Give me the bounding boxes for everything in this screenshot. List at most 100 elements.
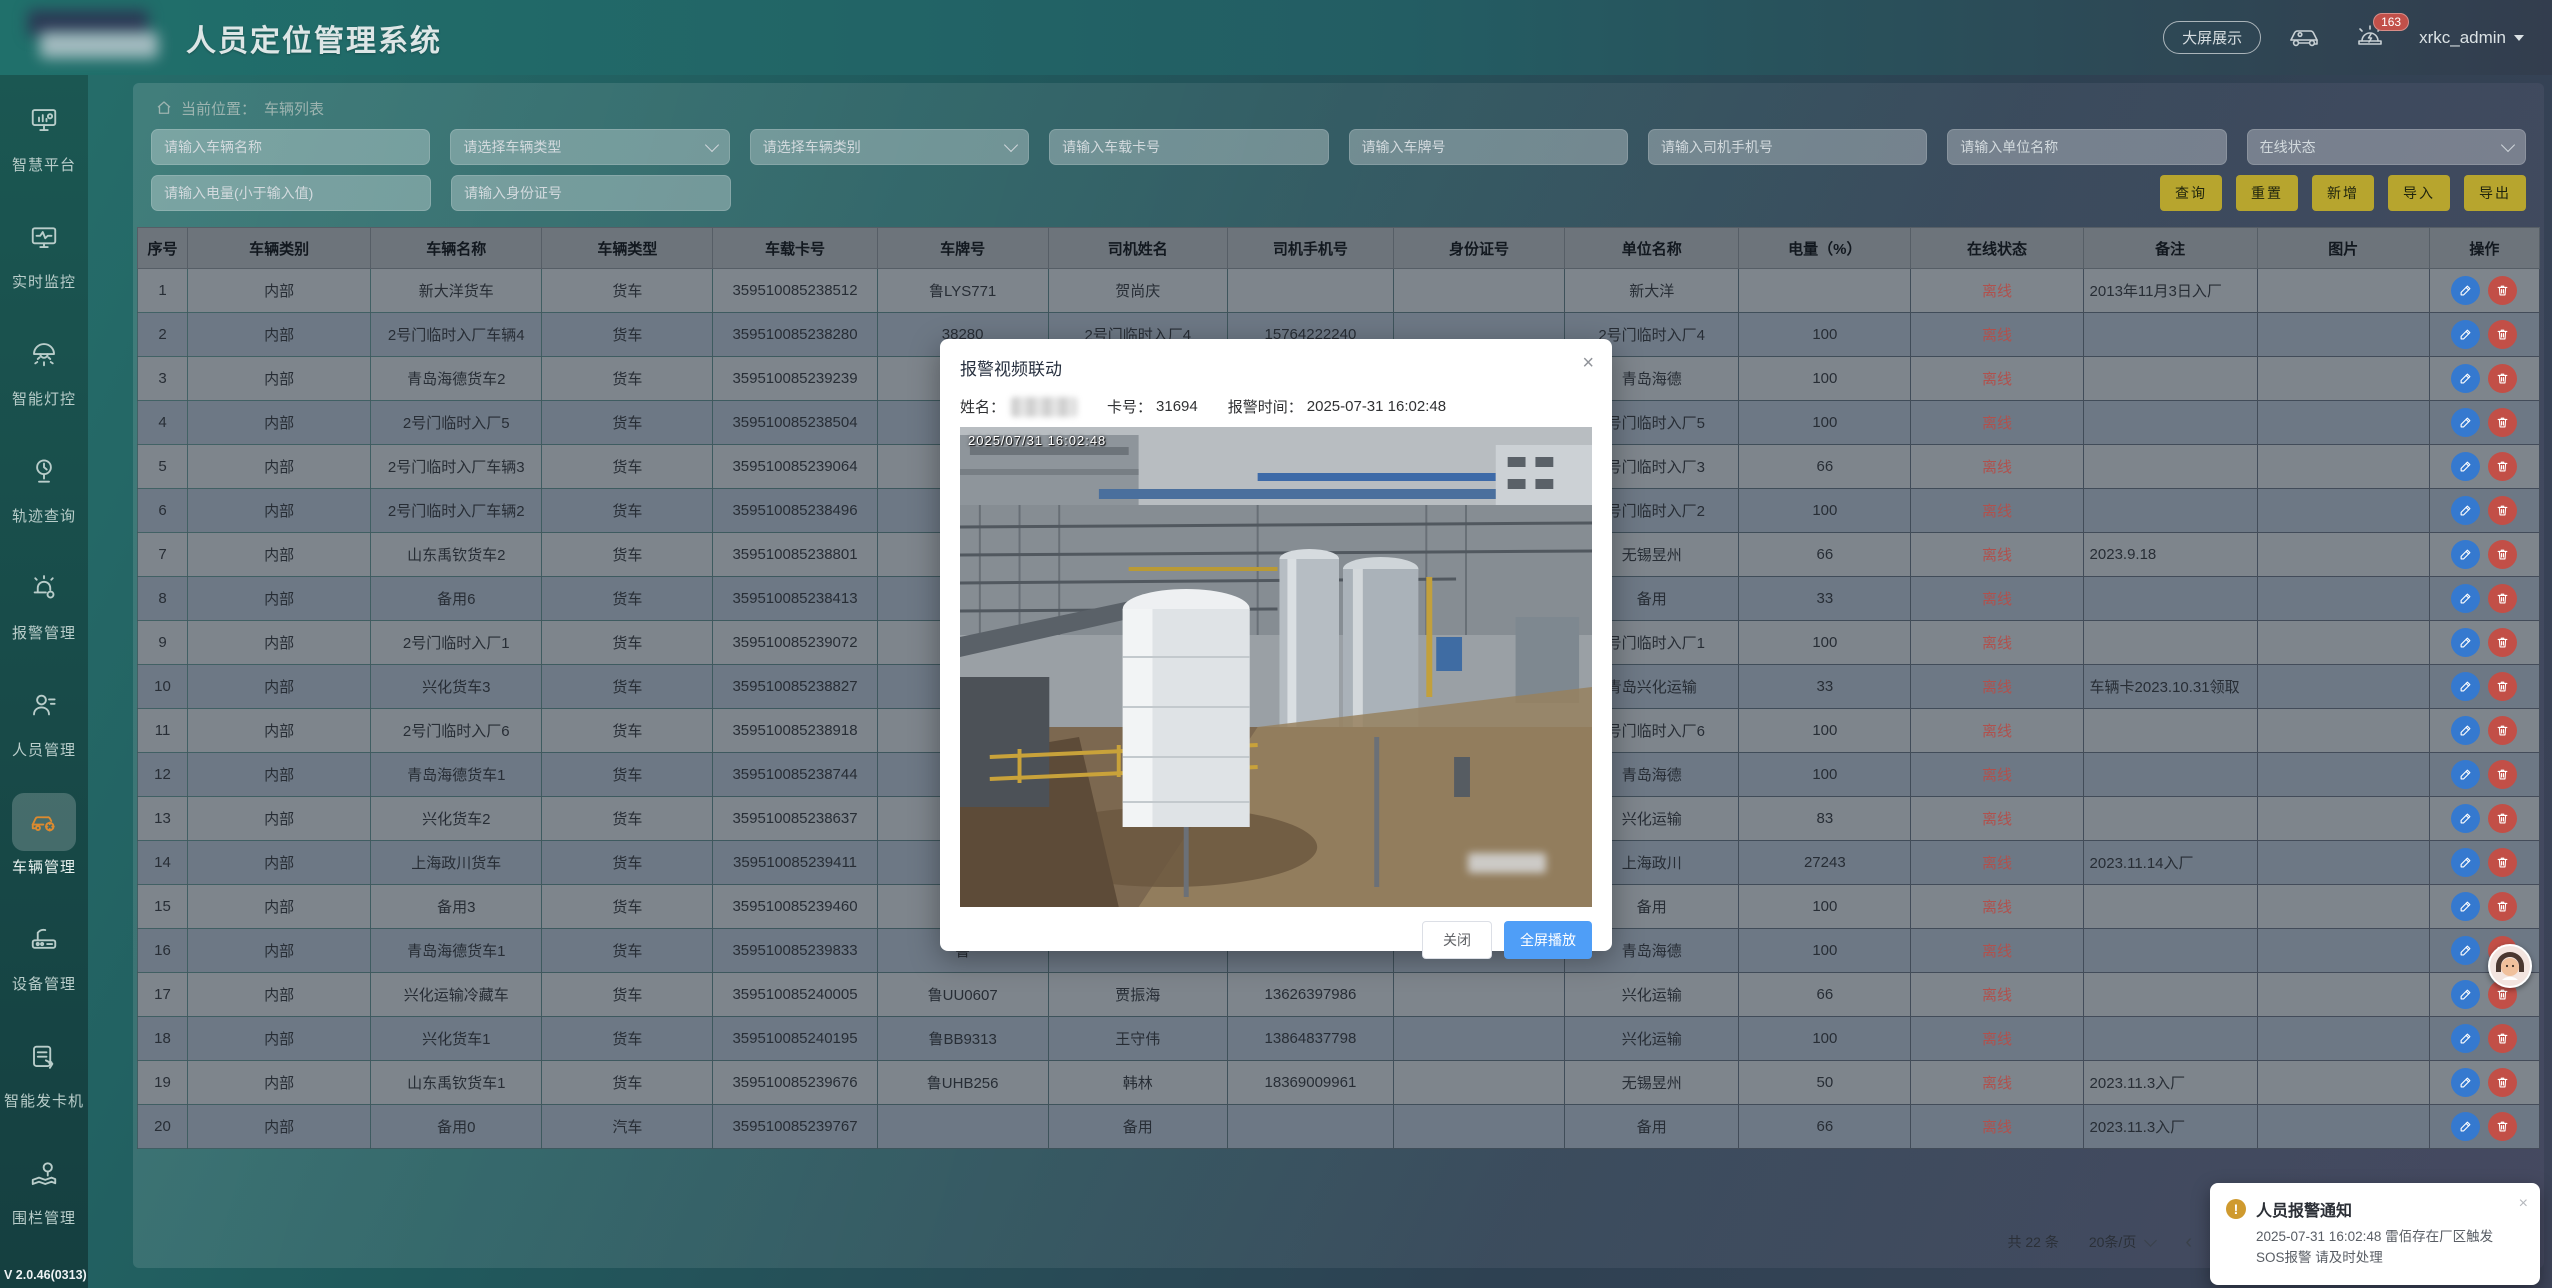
delete-button[interactable] [2488, 628, 2517, 657]
alarm-bell-icon[interactable]: 163 [2353, 21, 2393, 55]
big-screen-button[interactable]: 大屏展示 [2163, 21, 2261, 54]
edit-button[interactable] [2451, 276, 2480, 305]
filter-row-1: 请输入车辆名称请选择车辆类型请选择车辆类别请输入车载卡号请输入车牌号请输入司机手… [151, 129, 2526, 165]
query-button[interactable]: 查询 [2160, 175, 2222, 211]
delete-button[interactable] [2488, 1068, 2517, 1097]
edit-button[interactable] [2451, 672, 2480, 701]
sidebar-item-alarm-manage[interactable]: 报警管理 [0, 559, 88, 676]
online-status: 离线 [1982, 503, 2012, 520]
export-button[interactable]: 导出 [2464, 175, 2526, 211]
edit-button[interactable] [2451, 452, 2480, 481]
edit-button[interactable] [2451, 892, 2480, 921]
delete-button[interactable] [2488, 496, 2517, 525]
import-button[interactable]: 导入 [2388, 175, 2450, 211]
edit-button[interactable] [2451, 1024, 2480, 1053]
vehicle-monitor-icon[interactable] [2287, 21, 2327, 55]
delete-button[interactable] [2488, 540, 2517, 569]
cell-ops [2429, 621, 2539, 665]
cell-name: 备用6 [371, 577, 542, 621]
prev-page-button[interactable]: ‹ [2185, 1235, 2192, 1249]
delete-button[interactable] [2488, 848, 2517, 877]
edit-button[interactable] [2451, 496, 2480, 525]
cell-card: 359510085239239 [713, 357, 877, 401]
cell-image [2257, 401, 2429, 445]
col-remark: 备注 [2083, 228, 2257, 269]
edit-button[interactable] [2451, 540, 2480, 569]
delete-button[interactable] [2488, 1112, 2517, 1141]
cell-ops [2429, 797, 2539, 841]
battery-input[interactable]: 请输入电量(小于输入值) [151, 175, 431, 211]
cell-image [2257, 621, 2429, 665]
vehicle-name-input[interactable]: 请输入车辆名称 [151, 129, 430, 165]
cell-name: 兴化货车1 [371, 1017, 542, 1061]
sidebar-item-label: 报警管理 [12, 625, 76, 642]
delete-button[interactable] [2488, 364, 2517, 393]
factory-cctv-still [960, 427, 1592, 907]
cell-category: 内部 [188, 753, 371, 797]
plate-no-input[interactable]: 请输入车牌号 [1349, 129, 1628, 165]
close-icon[interactable]: × [1582, 353, 1594, 373]
add-button[interactable]: 新增 [2312, 175, 2374, 211]
edit-button[interactable] [2451, 1068, 2480, 1097]
delete-button[interactable] [2488, 320, 2517, 349]
delete-button[interactable] [2488, 584, 2517, 613]
cell-online: 离线 [1911, 1061, 2083, 1105]
cell-battery: 100 [1739, 1017, 1911, 1061]
edit-button[interactable] [2451, 320, 2480, 349]
cell-battery: 66 [1739, 973, 1911, 1017]
cell-ops [2429, 1105, 2539, 1149]
sidebar-item-track-query[interactable]: 轨迹查询 [0, 442, 88, 559]
edit-button[interactable] [2451, 408, 2480, 437]
delete-button[interactable] [2488, 672, 2517, 701]
edit-button[interactable] [2451, 980, 2480, 1009]
close-icon[interactable]: × [2519, 1195, 2528, 1213]
edit-button[interactable] [2451, 848, 2480, 877]
reset-button[interactable]: 重置 [2236, 175, 2298, 211]
cell-battery: 50 [1739, 1061, 1911, 1105]
sidebar-item-label: 智能发卡机 [4, 1093, 84, 1110]
unit-name-input[interactable]: 请输入单位名称 [1947, 129, 2226, 165]
sidebar-item-smart-platform[interactable]: 智慧平台 [0, 91, 88, 208]
card-no-input[interactable]: 请输入车载卡号 [1049, 129, 1328, 165]
page-size-select[interactable]: 20条/页 [2089, 1232, 2155, 1252]
delete-button[interactable] [2488, 1024, 2517, 1053]
vehicle-class-select[interactable]: 请选择车辆类别 [750, 129, 1029, 165]
delete-button[interactable] [2488, 452, 2517, 481]
cell-name: 青岛海德货车2 [371, 357, 542, 401]
delete-button[interactable] [2488, 408, 2517, 437]
service-avatar[interactable] [2488, 944, 2532, 988]
sidebar-item-smart-light[interactable]: 智能灯控 [0, 325, 88, 442]
edit-button[interactable] [2451, 760, 2480, 789]
delete-button[interactable] [2488, 760, 2517, 789]
user-menu[interactable]: xrkc_admin [2419, 28, 2524, 48]
edit-button[interactable] [2451, 364, 2480, 393]
cell-battery: 83 [1739, 797, 1911, 841]
edit-button[interactable] [2451, 936, 2480, 965]
delete-button[interactable] [2488, 892, 2517, 921]
cell-type: 汽车 [542, 1105, 713, 1149]
sidebar-item-vehicle-manage[interactable]: 车辆管理 [0, 793, 88, 910]
delete-button[interactable] [2488, 716, 2517, 745]
edit-button[interactable] [2451, 628, 2480, 657]
close-button[interactable]: 关闭 [1422, 921, 1492, 959]
edit-button[interactable] [2451, 1112, 2480, 1141]
edit-button[interactable] [2451, 716, 2480, 745]
driver-phone-input[interactable]: 请输入司机手机号 [1648, 129, 1927, 165]
online-state-select[interactable]: 在线状态 [2247, 129, 2526, 165]
fullscreen-play-button[interactable]: 全屏播放 [1504, 921, 1592, 959]
edit-button[interactable] [2451, 584, 2480, 613]
cell-online: 离线 [1911, 973, 2083, 1017]
notification-badge[interactable]: 163 [2373, 13, 2409, 31]
vehicle-type-select[interactable]: 请选择车辆类型 [450, 129, 729, 165]
delete-button[interactable] [2488, 804, 2517, 833]
cell-card: 359510085239411 [713, 841, 877, 885]
sidebar-item-person-manage[interactable]: 人员管理 [0, 676, 88, 793]
sidebar-item-device-manage[interactable]: 设备管理 [0, 910, 88, 1027]
sidebar-item-fence-manage[interactable]: 围栏管理 [0, 1144, 88, 1261]
cell-card: 359510085239833 [713, 929, 877, 973]
sidebar-item-realtime-monitor[interactable]: 实时监控 [0, 208, 88, 325]
edit-button[interactable] [2451, 804, 2480, 833]
id-no-input[interactable]: 请输入身份证号 [451, 175, 731, 211]
sidebar-item-card-dispenser[interactable]: 智能发卡机 [0, 1027, 88, 1144]
delete-button[interactable] [2488, 276, 2517, 305]
